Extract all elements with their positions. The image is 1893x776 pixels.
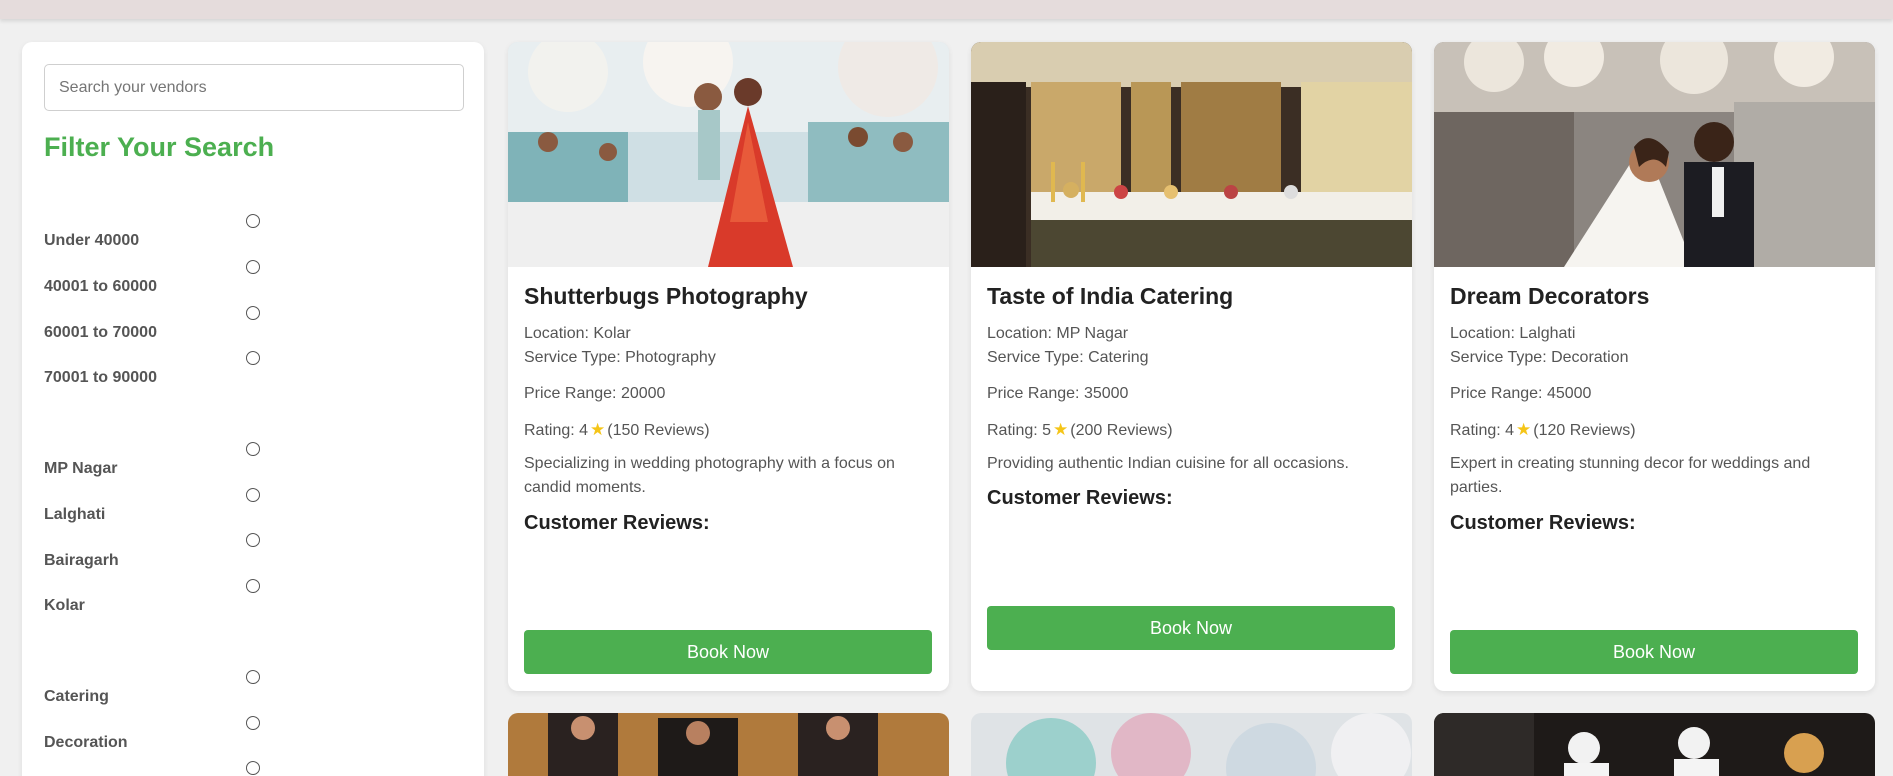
location-option-label: MP Nagar	[44, 460, 118, 477]
radio-service-next[interactable]	[246, 761, 260, 775]
service-option-label: Decoration	[44, 734, 128, 751]
radio-location-bairagarh[interactable]	[246, 533, 260, 547]
vendor-location: Location: Lalghati	[1450, 325, 1576, 342]
radio-service-catering[interactable]	[246, 670, 260, 684]
rating-value: Rating: 4	[1450, 422, 1515, 439]
service-option-label: Catering	[44, 688, 109, 705]
vendor-service-type: Service Type: Decoration	[1450, 349, 1629, 366]
vendor-price: Price Range: 20000	[524, 385, 666, 402]
location-option-label: Lalghati	[44, 506, 106, 523]
rating-reviews: (200 Reviews)	[1070, 422, 1173, 439]
radio-location-kolar[interactable]	[246, 579, 260, 593]
filter-sidebar: Filter Your Search Under 40000 40001 to …	[22, 42, 484, 776]
location-option-label: Bairagarh	[44, 552, 119, 569]
vendor-card-image-chefs	[1434, 713, 1875, 776]
book-now-button[interactable]: Book Now	[987, 606, 1395, 650]
rating-value: Rating: 4	[524, 422, 589, 439]
vendor-description: Specializing in wedding photography with…	[524, 455, 895, 496]
radio-location-lalghati[interactable]	[246, 488, 260, 502]
vendor-card-image-musicians	[508, 713, 949, 776]
vendor-name: Shutterbugs Photography	[524, 283, 808, 309]
vendor-name: Taste of India Catering	[987, 283, 1234, 309]
price-option-label: 60001 to 70000	[44, 324, 157, 341]
vendor-card: Dream Decorators Location: Lalghati Serv…	[1434, 42, 1875, 691]
vendor-image-wedding-couple	[1434, 42, 1875, 267]
vendor-description: Providing authentic Indian cuisine for a…	[987, 455, 1349, 472]
radio-price-under-40000[interactable]	[246, 214, 260, 228]
top-bar	[0, 0, 1893, 19]
price-option-label: Under 40000	[44, 232, 140, 249]
location-option-label: Kolar	[44, 597, 85, 614]
radio-location-mp-nagar[interactable]	[246, 442, 260, 456]
vendor-rating: Rating: 5 ★ (200 Reviews)	[987, 420, 1173, 440]
price-option-label: 40001 to 60000	[44, 278, 157, 295]
customer-reviews-heading: Customer Reviews:	[987, 487, 1173, 509]
filter-title: Filter Your Search	[44, 132, 275, 162]
vendor-card-image-colorful-smoke	[971, 713, 1412, 776]
star-icon: ★	[590, 420, 606, 439]
vendor-image-buffet	[971, 42, 1412, 267]
vendor-price: Price Range: 35000	[987, 385, 1129, 402]
vendor-name: Dream Decorators	[1450, 283, 1650, 309]
vendor-rating: Rating: 4 ★ (120 Reviews)	[1450, 420, 1636, 440]
vendor-location: Location: MP Nagar	[987, 325, 1129, 342]
customer-reviews-heading: Customer Reviews:	[1450, 512, 1636, 534]
search-input[interactable]	[44, 64, 464, 111]
vendor-image-wedding-photo	[508, 42, 949, 267]
rating-reviews: (150 Reviews)	[607, 422, 710, 439]
rating-reviews: (120 Reviews)	[1533, 422, 1636, 439]
radio-price-60001-70000[interactable]	[246, 306, 260, 320]
star-icon: ★	[1516, 420, 1532, 439]
price-option-label: 70001 to 90000	[44, 369, 157, 386]
vendor-description: Expert in creating stunning decor for we…	[1450, 455, 1811, 496]
book-now-button[interactable]: Book Now	[1450, 630, 1858, 674]
book-now-button[interactable]: Book Now	[524, 630, 932, 674]
vendor-rating: Rating: 4 ★ (150 Reviews)	[524, 420, 710, 440]
radio-price-70001-90000[interactable]	[246, 351, 260, 365]
vendor-service-type: Service Type: Photography	[524, 349, 716, 366]
vendor-price: Price Range: 45000	[1450, 385, 1592, 402]
star-icon: ★	[1053, 420, 1069, 439]
radio-service-decoration[interactable]	[246, 716, 260, 730]
vendor-service-type: Service Type: Catering	[987, 349, 1149, 366]
vendor-card: Shutterbugs Photography Location: Kolar …	[508, 42, 949, 691]
radio-price-40001-60000[interactable]	[246, 260, 260, 274]
customer-reviews-heading: Customer Reviews:	[524, 512, 710, 534]
rating-value: Rating: 5	[987, 422, 1052, 439]
vendor-card: Taste of India Catering Location: MP Nag…	[971, 42, 1412, 691]
vendor-location: Location: Kolar	[524, 325, 631, 342]
